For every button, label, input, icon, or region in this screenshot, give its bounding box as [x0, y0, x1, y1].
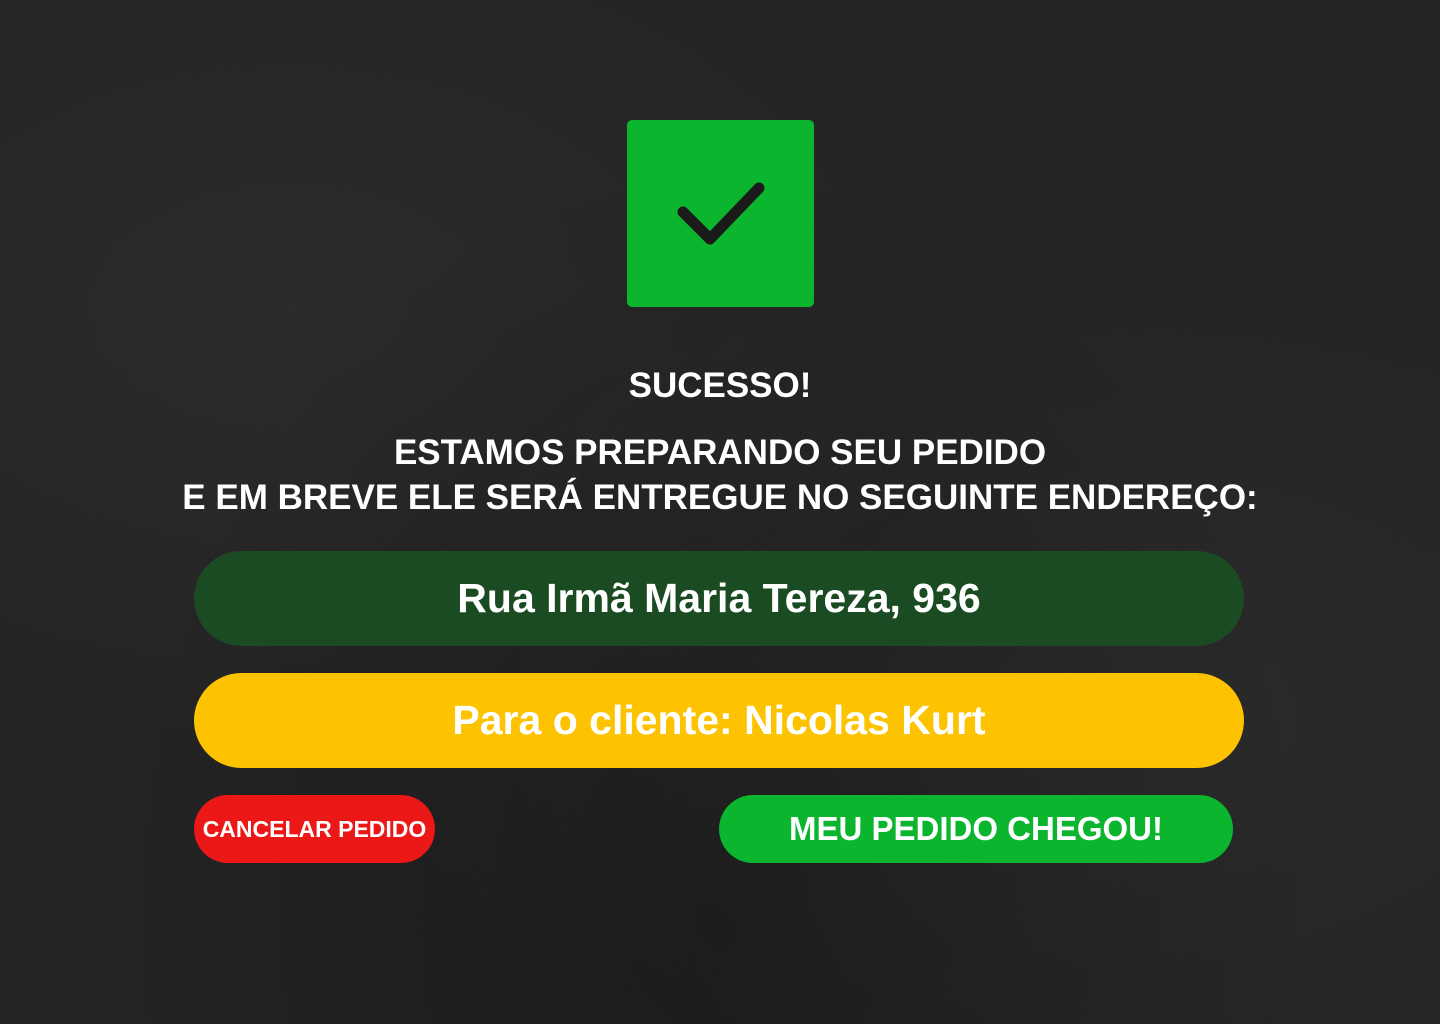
success-title: SUCESSO!: [628, 366, 812, 405]
cancel-order-button[interactable]: CANCELAR PEDIDO: [194, 795, 435, 863]
confirmation-message: ESTAMOS PREPARANDO SEU PEDIDO E EM BREVE…: [0, 430, 1440, 520]
message-line-2: E EM BREVE ELE SERÁ ENTREGUE NO SEGUINTE…: [182, 478, 1258, 517]
message-line-1: ESTAMOS PREPARANDO SEU PEDIDO: [393, 433, 1047, 472]
order-arrived-button[interactable]: MEU PEDIDO CHEGOU!: [719, 795, 1233, 863]
success-check-box: [627, 120, 814, 307]
delivery-address: Rua Irmã Maria Tereza, 936: [194, 551, 1244, 646]
checkmark-icon: [677, 182, 764, 244]
client-name: Para o cliente: Nicolas Kurt: [194, 673, 1244, 768]
